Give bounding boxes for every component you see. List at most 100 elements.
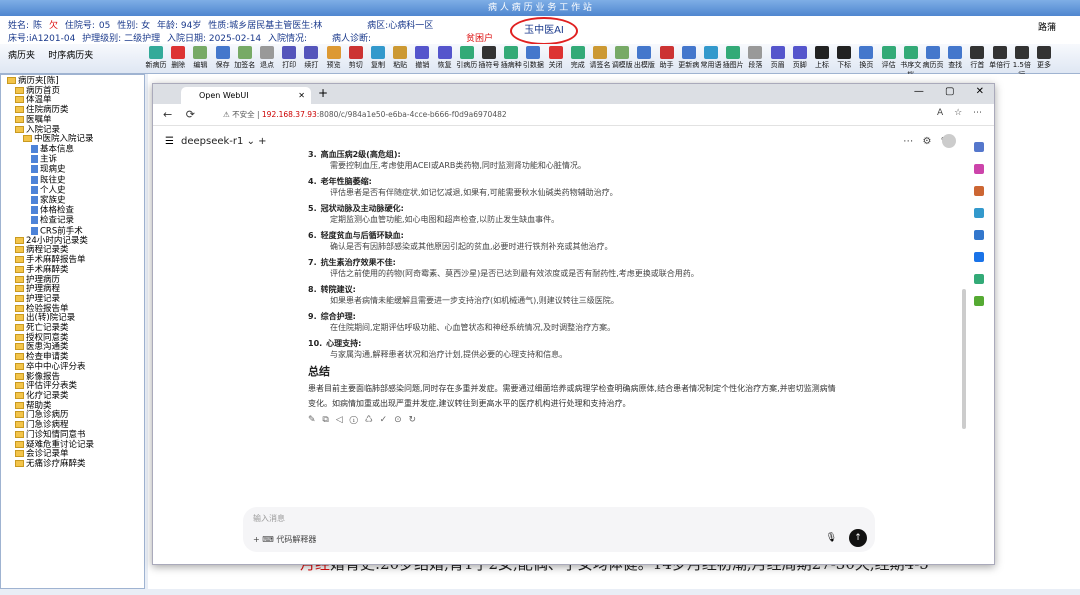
toolbar-button[interactable]: 打印 (278, 46, 300, 70)
toolbar-button[interactable]: 复制 (367, 46, 389, 70)
toolbar-button[interactable]: 恢复 (434, 46, 456, 70)
logo: 路蒲 (1038, 23, 1057, 33)
mic-icon[interactable]: 🎙 (826, 533, 837, 543)
toolbar-button[interactable]: 保存 (212, 46, 234, 70)
toolbar-button[interactable]: 查找 (944, 46, 966, 70)
toolbar-button[interactable]: 插病种 (500, 46, 522, 70)
toolbar-button[interactable]: 常用语 (700, 46, 722, 70)
tree-item[interactable]: 家族史 (7, 196, 138, 206)
answer-desc: 确认是否有因肺部感染或其他原因引起的贫血,必要时进行铁剂补充或其他治疗。 (330, 242, 613, 251)
toolbar-icon (437, 46, 452, 59)
toolbar-button[interactable]: 助手 (656, 46, 678, 70)
new-tab-button[interactable]: + (318, 86, 328, 100)
tree-item[interactable]: 现病史 (7, 165, 138, 175)
toolbar-button[interactable]: 病历页 (922, 46, 944, 70)
toolbar-button[interactable]: 完成 (567, 46, 589, 70)
chat-input[interactable]: 输入消息 + ⌨ 代码解释器 🎙 ↑ (243, 507, 875, 552)
toolbar-label: 更新病 (678, 61, 700, 69)
toolbar-button[interactable]: 更新病 (678, 46, 700, 70)
toolbar-button[interactable]: 粘贴 (389, 46, 411, 70)
toolbar-button[interactable]: 换页 (855, 46, 877, 70)
scrollbar[interactable] (962, 289, 966, 429)
toolbar-button[interactable]: 页眉 (767, 46, 789, 70)
toolbar-button[interactable]: 退点 (256, 46, 278, 70)
people-icon[interactable] (974, 208, 984, 218)
briefcase-icon[interactable] (974, 186, 984, 196)
tree-label: 中医院入院记录 (34, 134, 94, 145)
toolbar-button[interactable]: 上标 (811, 46, 833, 70)
ai-button[interactable]: 玉中医AI (510, 17, 578, 45)
outlook-icon[interactable] (974, 252, 984, 262)
toolbar-button[interactable]: 引数据 (522, 46, 544, 70)
tree-icon[interactable] (974, 296, 984, 306)
window-controls[interactable]: — ▢ ✕ (914, 86, 984, 97)
answer-heading: 10. 心理支持: (308, 338, 838, 349)
answer-head: 老年性脑萎缩: (320, 177, 372, 186)
toolbar-button[interactable]: 调模版 (611, 46, 633, 70)
tree-item[interactable]: 无痛诊疗麻醉类 (7, 459, 138, 470)
toolbar-button[interactable]: 下标 (833, 46, 855, 70)
toolbar-button[interactable]: 预览 (323, 46, 345, 70)
tree-item[interactable]: 体格检查 (7, 206, 138, 216)
answer-item: 3. 高血压病2级(高危组): 需要控制血压,考虑使用ACEI或ARB类药物,同时监… (308, 149, 838, 171)
toolbar-button[interactable]: 段落 (744, 46, 766, 70)
circle-icon[interactable] (974, 230, 984, 240)
tree-label: 既往史 (40, 175, 66, 186)
browser-actions[interactable]: A ☆ ⋯ (937, 108, 982, 118)
toolbar-button[interactable]: 关闭 (545, 46, 567, 70)
send-icon[interactable]: ↑ (849, 529, 867, 547)
toolbar-button[interactable]: 页脚 (789, 46, 811, 70)
model-selector[interactable]: deepseek-r1 ⌄ + (181, 136, 267, 147)
toolbar-button[interactable]: 出模版 (633, 46, 655, 70)
toolbar-button[interactable]: 加签名 (234, 46, 256, 70)
tree-label: 出(转)院记录 (26, 313, 76, 324)
tree-label: 个人史 (40, 185, 66, 196)
folder-icon (23, 135, 32, 143)
inpatient-no: 05 (98, 21, 111, 31)
tree-label: 体格检查 (40, 205, 75, 216)
toolbar-button[interactable]: 请签名 (589, 46, 611, 70)
toolbar-button[interactable]: 行首 (966, 46, 988, 70)
tab-timeline-folder[interactable]: 时序病历夹 (48, 48, 93, 61)
avatar[interactable] (942, 134, 956, 148)
menu-icon[interactable]: ☰ (165, 136, 174, 147)
toolbar-button[interactable]: 插图片 (722, 46, 744, 70)
tag-icon[interactable] (974, 164, 984, 174)
toolbar-icon (237, 46, 252, 59)
toolbar-button[interactable]: 续打 (300, 46, 322, 70)
url-field[interactable]: ⚠ 不安全 | 192.168.37.93:8080/c/984a1e50-e6… (223, 107, 823, 123)
page-icon (31, 155, 38, 164)
toolbar-button[interactable]: 撤销 (411, 46, 433, 70)
toolbar-button[interactable]: 剪切 (345, 46, 367, 70)
toolbar-icon (837, 46, 852, 59)
toolbar-button[interactable]: 引病历 (456, 46, 478, 70)
search-icon[interactable] (974, 142, 984, 152)
tree-item[interactable]: 主诉 (7, 155, 138, 165)
close-tab-icon[interactable]: ✕ (298, 87, 305, 104)
answer-head: 冠状动脉及主动脉硬化: (320, 204, 404, 213)
input-placeholder: 输入消息 (253, 514, 285, 523)
tree-item[interactable]: 既往史 (7, 175, 138, 186)
folder-icon (15, 450, 24, 458)
code-interpreter-button[interactable]: + ⌨ 代码解释器 (253, 534, 316, 545)
toolbar-button[interactable]: 编辑 (189, 46, 211, 70)
toolbar-icon (260, 46, 274, 59)
nav-buttons[interactable]: ← ⟳ (163, 108, 195, 121)
toolbar-label: 出模版 (633, 61, 655, 69)
toolbar-label: 调模版 (611, 61, 633, 69)
tree-item[interactable]: 基本信息 (7, 145, 138, 155)
tab-record-folder[interactable]: 病历夹 (8, 48, 35, 61)
message-actions[interactable]: ✎ ⧉ ◁ ⓘ ♺ ✓ ⊙ ↻ (308, 415, 838, 426)
toolbar-button[interactable]: 新病历 (145, 46, 167, 70)
browser-tab[interactable]: Open WebUI ✕ (181, 87, 311, 104)
answer-heading: 4. 老年性脑萎缩: (308, 176, 838, 187)
tree-item[interactable]: 个人史 (7, 185, 138, 196)
toolbar-button[interactable]: 单倍行 (989, 46, 1011, 70)
toolbar-button[interactable]: 删除 (167, 46, 189, 70)
toolbar-button[interactable]: 插符号 (478, 46, 500, 70)
toolbar-button[interactable]: 评估 (878, 46, 900, 70)
toolbar-button[interactable]: 更多 (1033, 46, 1055, 70)
toolbar-icon (482, 46, 496, 59)
drop-icon[interactable] (974, 274, 984, 284)
toolbar-icon (770, 46, 785, 59)
